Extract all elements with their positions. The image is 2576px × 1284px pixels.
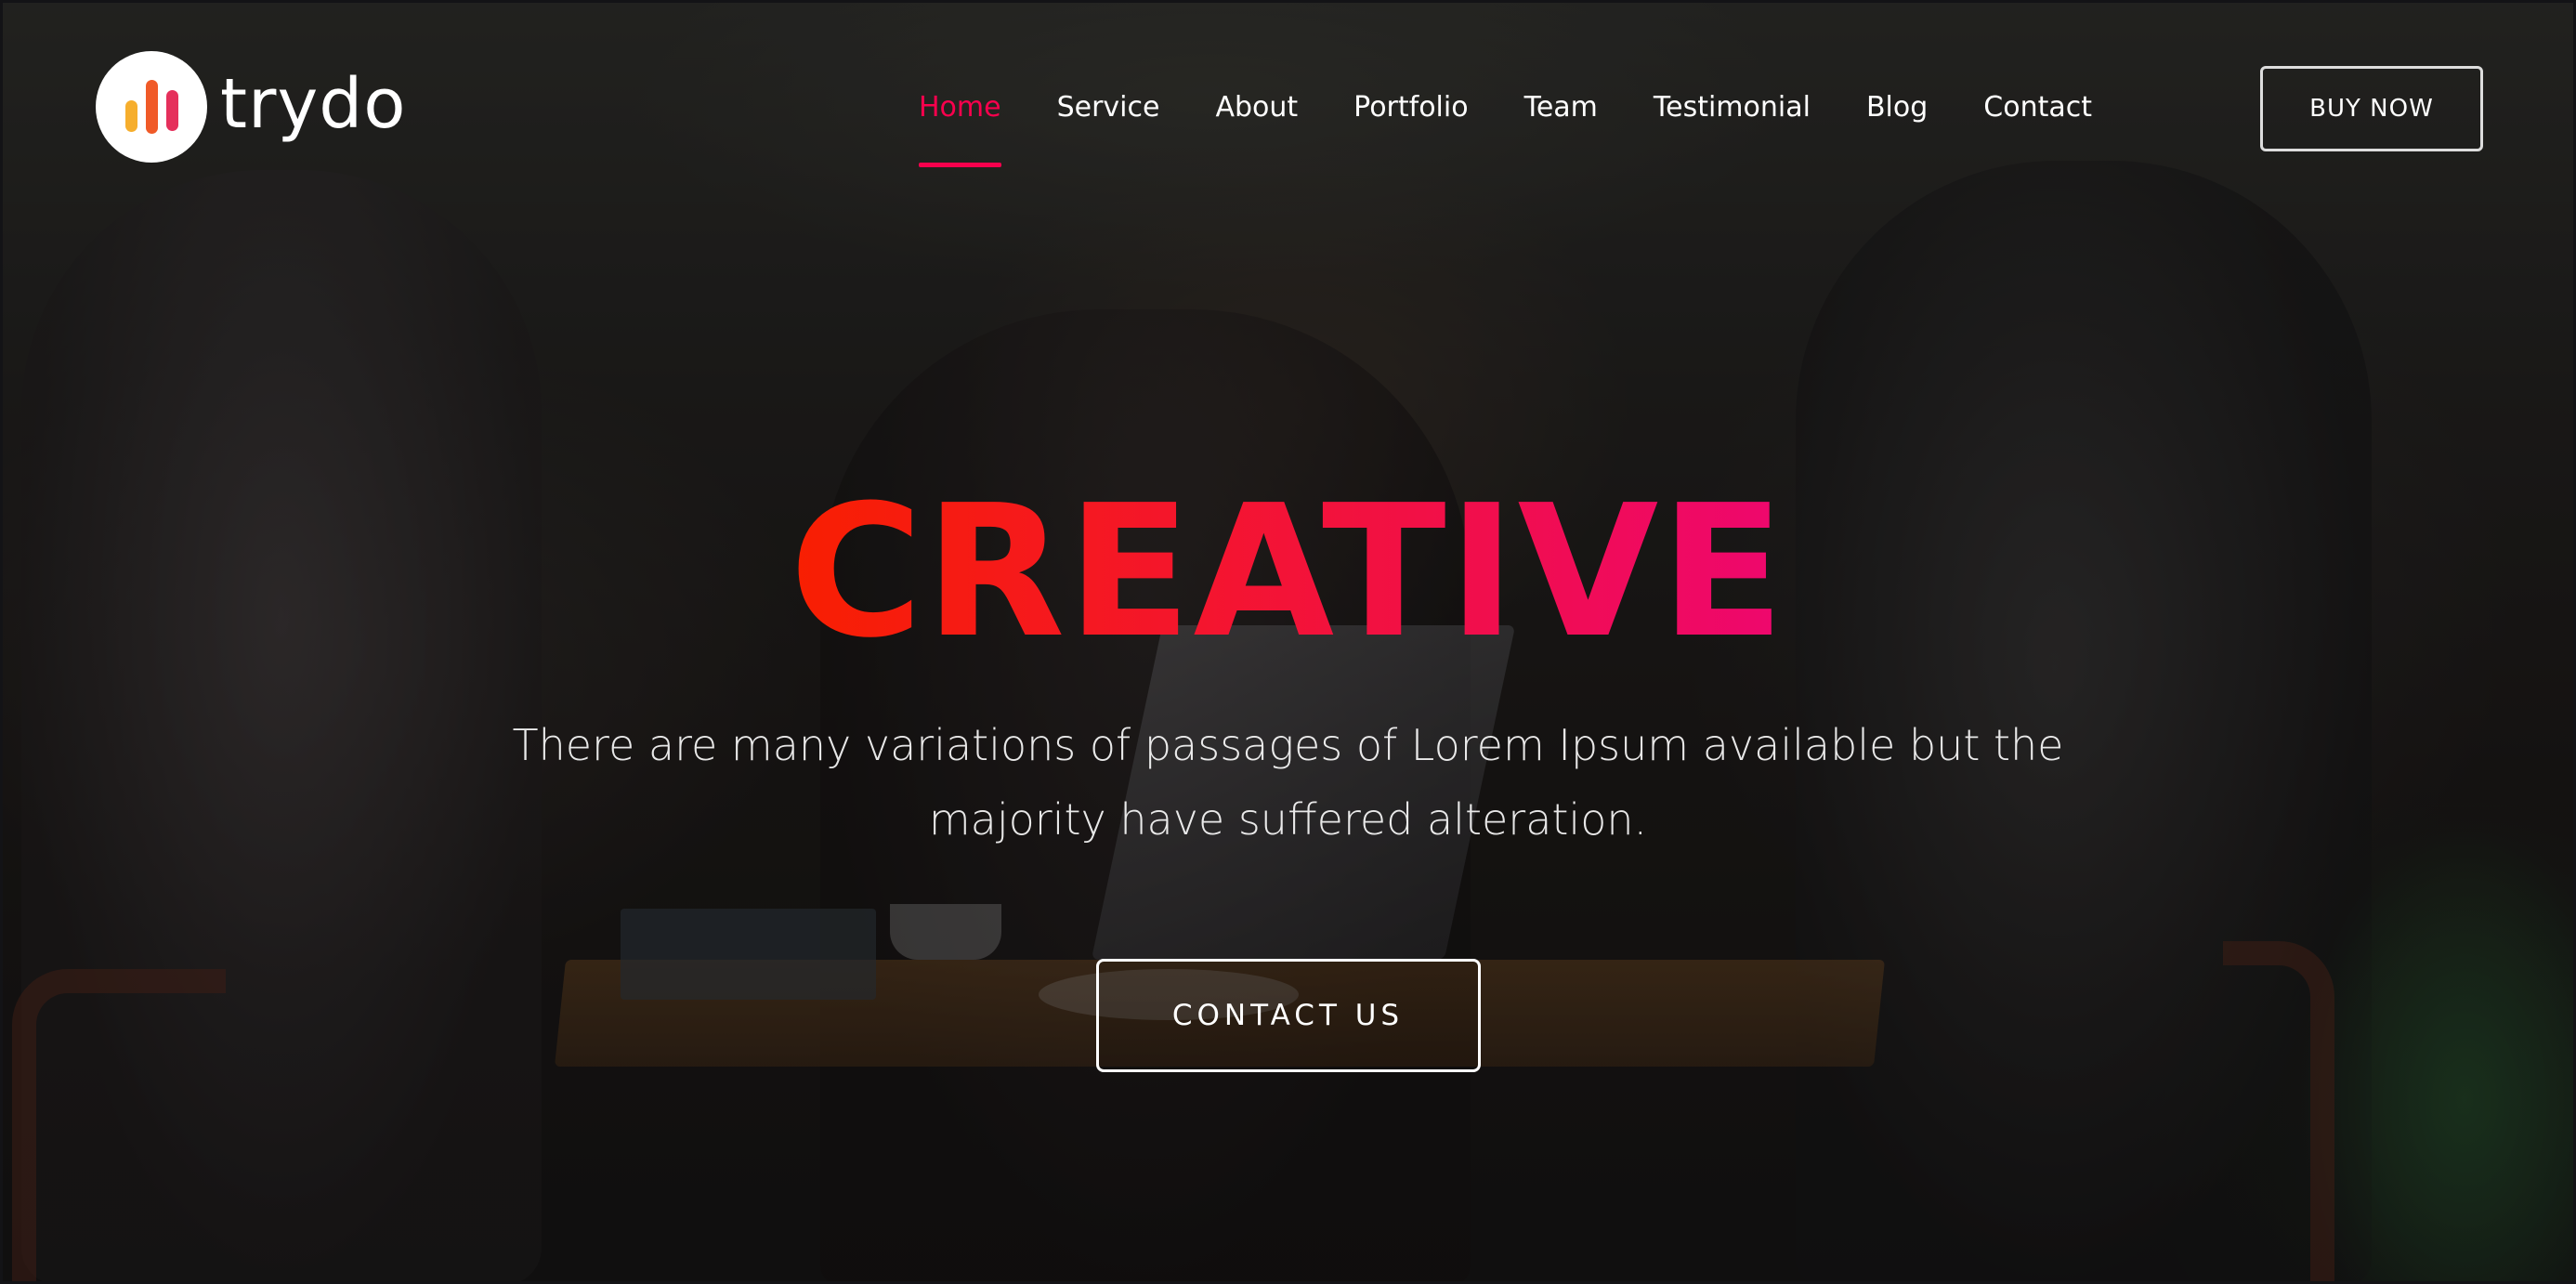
nav-item-blog[interactable]: Blog xyxy=(1866,85,1928,131)
logo-wordmark: trydo xyxy=(220,64,407,144)
main-nav: Home Service About Portfolio Team Testim… xyxy=(919,85,2148,167)
buy-now-button[interactable]: BUY NOW xyxy=(2260,66,2483,151)
logo-bar-yellow xyxy=(124,100,137,132)
hero-description: There are many variations of passages of… xyxy=(512,720,2064,845)
nav-item-team[interactable]: Team xyxy=(1524,85,1598,131)
logo-icon xyxy=(96,51,207,163)
nav-item-testimonial[interactable]: Testimonial xyxy=(1654,85,1811,131)
nav-item-service[interactable]: Service xyxy=(1057,85,1160,131)
nav-item-portfolio[interactable]: Portfolio xyxy=(1353,85,1468,131)
hero-section: trydo Home Service About Portfolio Team … xyxy=(0,0,2576,1284)
contact-us-button[interactable]: CONTACT US xyxy=(1095,959,1481,1072)
site-header: trydo Home Service About Portfolio Team … xyxy=(3,3,2573,170)
nav-item-home[interactable]: Home xyxy=(919,85,1001,167)
nav-item-contact[interactable]: Contact xyxy=(1983,85,2092,131)
logo-bar-orange xyxy=(145,80,158,134)
logo-link[interactable]: trydo xyxy=(96,51,406,163)
hero-content: CREATIVE There are many variations of pa… xyxy=(3,481,2573,1072)
hero-title: CREATIVE xyxy=(789,466,1787,678)
logo-bar-pink xyxy=(165,90,178,131)
nav-item-about[interactable]: About xyxy=(1215,85,1298,131)
